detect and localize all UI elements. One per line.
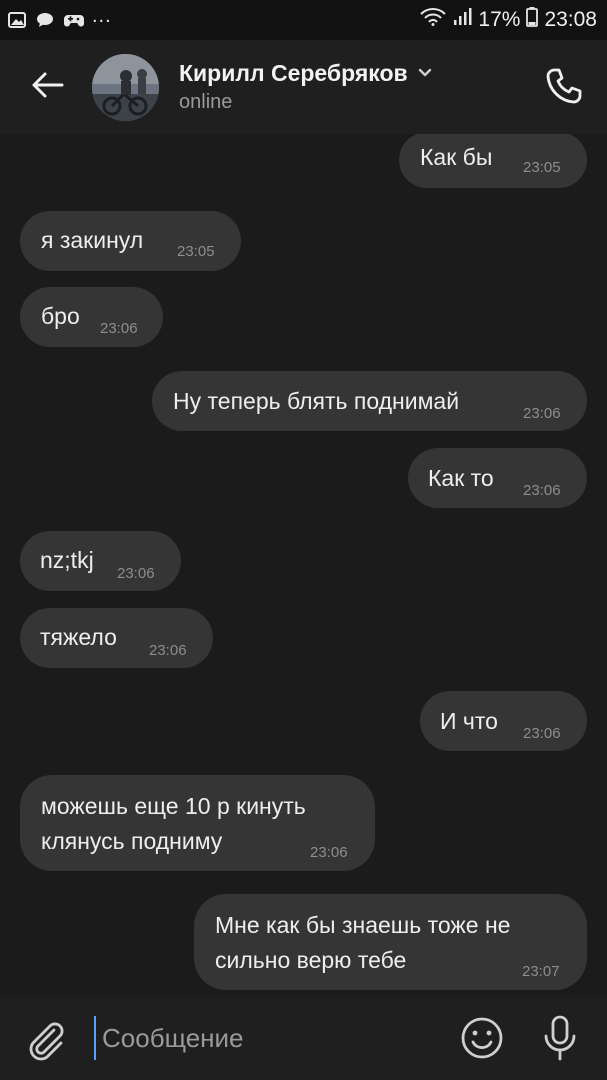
microphone-button[interactable] bbox=[540, 1014, 580, 1062]
message-time: 23:06 bbox=[100, 320, 138, 337]
message-outgoing[interactable]: Как бы 23:05 bbox=[399, 134, 587, 188]
message-outgoing[interactable]: Мне как бы знаешь тоже не сильно верю те… bbox=[194, 894, 587, 990]
message-text-line: сильно верю тебе bbox=[215, 947, 407, 973]
message-time: 23:05 bbox=[177, 243, 215, 260]
message-text: Ну теперь блять поднимай bbox=[173, 388, 460, 414]
call-button[interactable] bbox=[541, 65, 587, 111]
contact-name: Кирилл Серебряков bbox=[179, 60, 408, 86]
message-incoming[interactable]: я закинул 23:05 bbox=[20, 211, 241, 271]
message-time: 23:06 bbox=[523, 405, 561, 422]
message-time: 23:06 bbox=[310, 844, 348, 861]
message-text: бро bbox=[41, 303, 80, 329]
message-outgoing[interactable]: Ну теперь блять поднимай 23:06 bbox=[152, 371, 587, 431]
message-incoming[interactable]: nz;tkj 23:06 bbox=[20, 531, 181, 591]
message-text: Как то bbox=[428, 465, 494, 491]
wifi-icon bbox=[420, 8, 447, 32]
message-list[interactable]: Как бы 23:05 я закинул 23:05 бро 23:06 Н… bbox=[0, 134, 607, 996]
contact-status: online bbox=[179, 91, 233, 113]
clock: 23:08 bbox=[544, 8, 597, 31]
phone-icon bbox=[545, 67, 583, 110]
back-button[interactable] bbox=[16, 57, 78, 117]
more-notifications: ... bbox=[92, 5, 112, 27]
arrow-left-icon bbox=[30, 71, 64, 104]
smiley-icon bbox=[460, 1017, 504, 1064]
message-text-line: клянусь подниму bbox=[41, 828, 223, 854]
chat-icon bbox=[36, 12, 54, 28]
chevron-down-icon bbox=[418, 65, 432, 83]
message-text-line: Мне как бы знаешь тоже не bbox=[215, 912, 511, 938]
attach-button[interactable] bbox=[24, 1018, 68, 1062]
composer bbox=[0, 996, 607, 1080]
emoji-button[interactable] bbox=[460, 1016, 504, 1060]
chat-header: Кирилл Серебряков online bbox=[0, 40, 607, 134]
message-text: И что bbox=[440, 708, 498, 734]
message-time: 23:06 bbox=[149, 642, 187, 659]
message-time: 23:05 bbox=[523, 159, 561, 176]
paperclip-icon bbox=[24, 1022, 68, 1066]
battery-percent: 17% bbox=[478, 8, 521, 31]
battery-icon bbox=[526, 7, 539, 33]
message-text: nz;tkj bbox=[40, 547, 94, 573]
gallery-icon bbox=[8, 12, 26, 28]
status-bar-notifications: ... bbox=[8, 6, 112, 28]
message-outgoing[interactable]: Как то 23:06 bbox=[408, 448, 587, 508]
contact-name-row[interactable]: Кирилл Серебряков bbox=[179, 60, 432, 87]
message-text-line: можешь еще 10 р кинуть bbox=[41, 793, 306, 819]
gamepad-icon bbox=[63, 12, 85, 28]
contact-info[interactable]: Кирилл Серебряков online bbox=[179, 60, 432, 114]
message-time: 23:06 bbox=[523, 725, 561, 742]
message-time: 23:07 bbox=[522, 963, 560, 980]
message-text: я закинул bbox=[41, 227, 144, 253]
avatar[interactable] bbox=[92, 53, 159, 121]
message-text: тяжело bbox=[40, 624, 117, 650]
avatar-photo bbox=[92, 53, 159, 121]
status-bar: ... 17% 23:08 bbox=[0, 0, 607, 40]
message-input[interactable] bbox=[94, 1016, 434, 1060]
message-incoming[interactable]: тяжело 23:06 bbox=[20, 608, 213, 668]
message-outgoing[interactable]: И что 23:06 bbox=[420, 691, 587, 751]
message-time: 23:06 bbox=[117, 565, 155, 582]
status-bar-system: 17% 23:08 bbox=[420, 7, 597, 33]
message-incoming[interactable]: можешь еще 10 р кинуть клянусь подниму 2… bbox=[20, 775, 375, 871]
message-time: 23:06 bbox=[523, 482, 561, 499]
signal-icon bbox=[452, 8, 472, 32]
message-text: Как бы bbox=[420, 144, 493, 170]
microphone-icon bbox=[540, 1015, 580, 1066]
message-incoming[interactable]: бро 23:06 bbox=[20, 287, 163, 347]
